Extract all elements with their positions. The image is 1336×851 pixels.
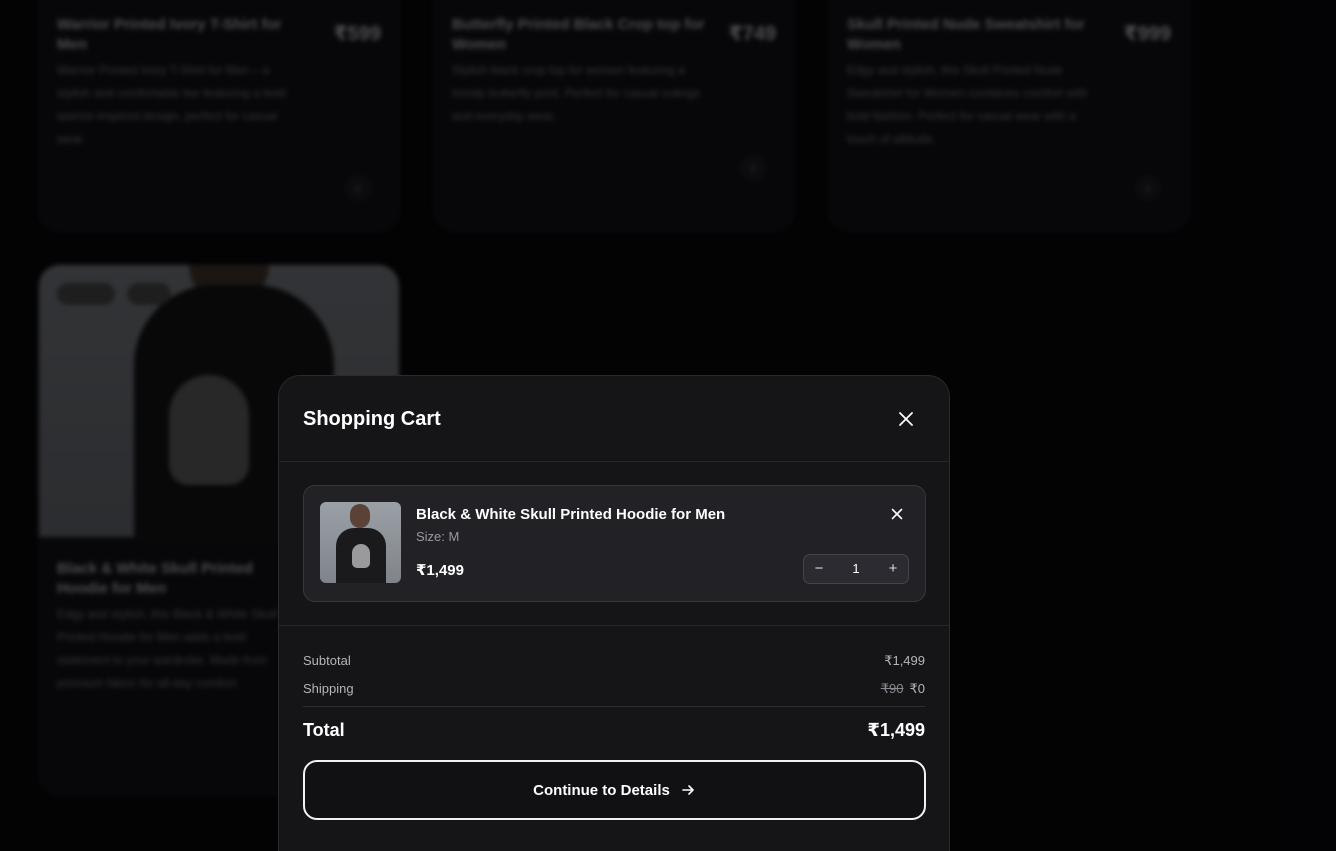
shipping-value: ₹0 xyxy=(909,681,925,696)
quantity-stepper: − 1 + xyxy=(803,554,909,584)
cart-item-size: Size: M xyxy=(416,529,460,544)
subtotal-row: Subtotal ₹1,499 xyxy=(303,653,925,668)
modal-header: Shopping Cart xyxy=(279,376,949,462)
quantity-value: 1 xyxy=(852,561,860,576)
divider xyxy=(303,706,925,707)
close-icon xyxy=(899,412,913,426)
subtotal-value: ₹1,499 xyxy=(884,653,925,668)
close-button[interactable] xyxy=(895,408,917,430)
close-icon xyxy=(891,508,903,520)
total-label: Total xyxy=(303,720,345,740)
subtotal-label: Subtotal xyxy=(303,653,351,668)
cart-item: Black & White Skull Printed Hoodie for M… xyxy=(303,485,926,602)
cart-item-name: Black & White Skull Printed Hoodie for M… xyxy=(416,506,726,523)
shipping-label: Shipping xyxy=(303,681,354,696)
total-value: ₹1,499 xyxy=(867,720,925,740)
cart-item-image xyxy=(320,502,401,583)
continue-to-details-button[interactable]: Continue to Details xyxy=(303,760,926,820)
continue-button-label: Continue to Details xyxy=(533,781,670,799)
increase-quantity-button[interactable]: + xyxy=(878,555,908,583)
shipping-row: Shipping ₹90 ₹0 xyxy=(303,681,925,696)
page: Warrior Printed Ivory T-Shirt for Men ₹5… xyxy=(0,0,1336,851)
cart-item-price: ₹1,499 xyxy=(416,562,464,579)
arrow-right-icon xyxy=(682,785,694,795)
shopping-cart-modal: Shopping Cart Black & White Skull Printe… xyxy=(278,375,950,851)
divider xyxy=(279,625,949,626)
decrease-quantity-button[interactable]: − xyxy=(804,555,834,583)
total-row: Total ₹1,499 xyxy=(303,720,925,741)
modal-title: Shopping Cart xyxy=(303,408,441,430)
remove-item-button[interactable] xyxy=(889,506,905,522)
shipping-original-price: ₹90 xyxy=(880,681,904,696)
